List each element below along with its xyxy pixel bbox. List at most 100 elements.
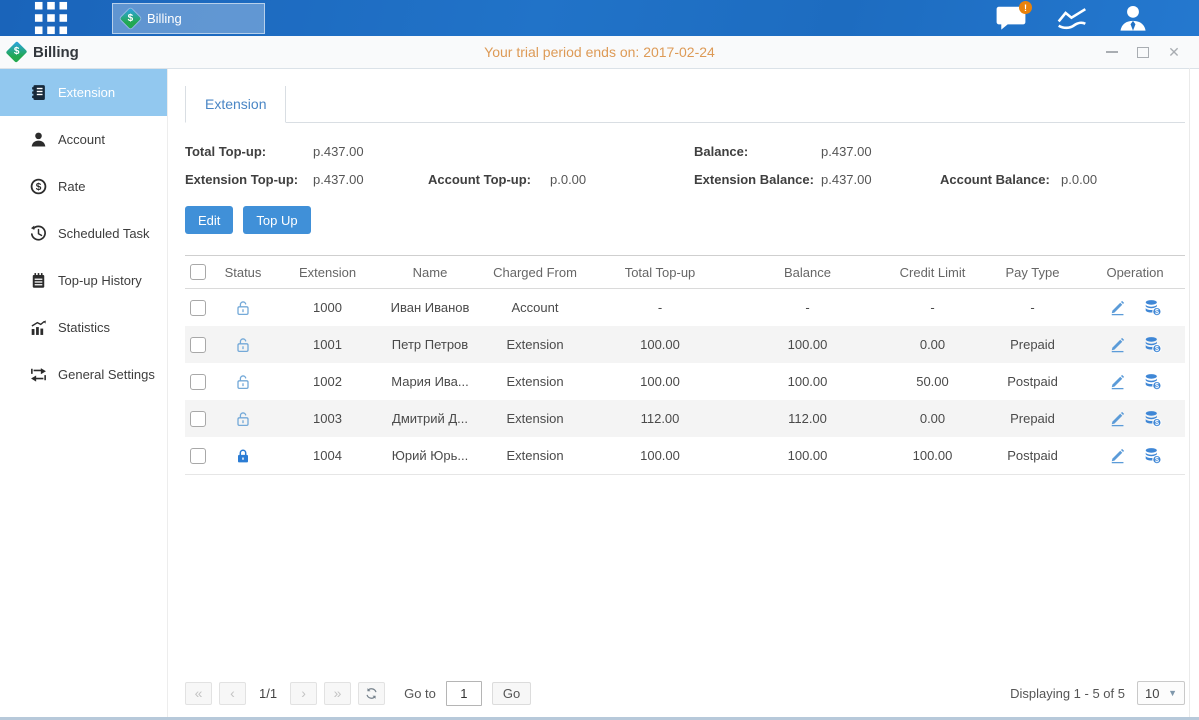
next-page-button[interactable]	[290, 682, 317, 705]
total-topup-cell: 112.00	[590, 400, 730, 437]
status-cell	[211, 326, 275, 363]
operation-cell: $	[1085, 289, 1185, 327]
top-up-button[interactable]: Top Up	[243, 206, 310, 234]
svg-text:$: $	[36, 182, 42, 193]
sidebar-item-scheduled-task[interactable]: Scheduled Task	[0, 210, 167, 257]
total-topup-cell: 100.00	[590, 326, 730, 363]
page-size-select[interactable]: 10	[1137, 681, 1185, 705]
balance-cell: 112.00	[730, 400, 885, 437]
row-checkbox[interactable]	[190, 300, 206, 316]
lock-open-icon[interactable]	[235, 300, 251, 316]
app-body: Extension Account$RateScheduled Task Top-u…	[0, 69, 1199, 717]
status-cell	[211, 289, 275, 327]
extension-topup-label: Extension Top-up:	[185, 172, 313, 187]
first-page-button[interactable]	[185, 682, 212, 705]
select-all-checkbox[interactable]	[190, 264, 206, 280]
topup-coins-icon[interactable]: $	[1144, 447, 1162, 465]
sidebar-item-label: Statistics	[58, 320, 110, 335]
main-content: Extension Total Top-up: p.437.00 Balance…	[168, 69, 1199, 717]
topup-coins-icon[interactable]: $	[1144, 336, 1162, 354]
status-cell	[211, 363, 275, 400]
extension-cell: 1004	[275, 437, 380, 475]
table-row[interactable]: 1000Иван ИвановAccount----$	[185, 289, 1185, 327]
pay-type-cell: -	[980, 289, 1085, 327]
topup-coins-icon[interactable]: $	[1144, 299, 1162, 317]
ledger-icon	[30, 84, 47, 101]
window-controls	[1105, 45, 1199, 59]
sidebar-item-extension[interactable]: Extension	[0, 69, 167, 116]
chevron-down-icon	[1168, 688, 1177, 698]
apps-grid-button[interactable]	[34, 3, 68, 33]
last-page-button[interactable]	[324, 682, 351, 705]
transfer-icon	[30, 366, 47, 383]
tab-extension[interactable]: Extension	[185, 86, 286, 123]
balance-cell: 100.00	[730, 326, 885, 363]
edit-icon[interactable]	[1109, 447, 1126, 464]
lock-closed-icon[interactable]	[235, 448, 251, 464]
page-size-value: 10	[1145, 686, 1159, 701]
refresh-button[interactable]	[358, 682, 385, 705]
goto-label: Go to	[404, 686, 436, 701]
sidebar-item-topup-history[interactable]: Top-up History	[0, 257, 167, 304]
edit-button[interactable]: Edit	[185, 206, 233, 234]
window-title-group: Billing	[0, 44, 79, 61]
messages-button[interactable]	[995, 5, 1027, 31]
edit-icon[interactable]	[1109, 299, 1126, 316]
person-icon	[30, 131, 47, 148]
column-header-total-top-up: Total Top-up	[590, 256, 730, 289]
topbar: Billing	[0, 0, 1199, 36]
edit-icon[interactable]	[1109, 373, 1126, 390]
refresh-icon	[365, 687, 378, 700]
sidebar-item-statistics[interactable]: Statistics	[0, 304, 167, 351]
table-row[interactable]: 1004Юрий Юрь...Extension100.00100.00100.…	[185, 437, 1185, 475]
credit-limit-cell: -	[885, 289, 980, 327]
lock-open-icon[interactable]	[235, 374, 251, 390]
sidebar: Extension Account$RateScheduled Task Top-u…	[0, 69, 168, 717]
sidebar-item-general-settings[interactable]: General Settings	[0, 351, 167, 398]
credit-limit-cell: 0.00	[885, 400, 980, 437]
table-row[interactable]: 1003Дмитрий Д...Extension112.00112.000.0…	[185, 400, 1185, 437]
prev-page-button[interactable]	[219, 682, 246, 705]
row-checkbox[interactable]	[190, 337, 206, 353]
table-row[interactable]: 1001Петр ПетровExtension100.00100.000.00…	[185, 326, 1185, 363]
row-checkbox[interactable]	[190, 448, 206, 464]
monitor-button[interactable]	[1056, 5, 1088, 31]
column-header-status: Status	[211, 256, 275, 289]
topbar-tab-billing[interactable]: Billing	[112, 3, 265, 34]
topup-coins-icon[interactable]: $	[1144, 410, 1162, 428]
svg-text:$: $	[1154, 457, 1158, 464]
minimize-button[interactable]	[1105, 45, 1119, 59]
tab-extension-label: Extension	[205, 96, 266, 112]
row-checkbox-cell	[185, 326, 211, 363]
billing-diamond-icon	[120, 7, 141, 28]
name-cell: Дмитрий Д...	[380, 400, 480, 437]
goto-input[interactable]	[446, 681, 482, 706]
user-button[interactable]	[1117, 5, 1149, 31]
extension-balance-label: Extension Balance:	[694, 172, 821, 187]
edit-icon[interactable]	[1109, 336, 1126, 353]
trial-notice: Your trial period ends on: 2017-02-24	[0, 44, 1199, 60]
sidebar-item-label: Top-up History	[58, 273, 142, 288]
row-checkbox-cell	[185, 289, 211, 327]
lock-open-icon[interactable]	[235, 337, 251, 353]
table-row[interactable]: 1002Мария Ива...Extension100.00100.0050.…	[185, 363, 1185, 400]
pay-type-cell: Postpaid	[980, 437, 1085, 475]
name-cell: Юрий Юрь...	[380, 437, 480, 475]
status-cell	[211, 437, 275, 475]
topup-coins-icon[interactable]: $	[1144, 373, 1162, 391]
balance-cell: 100.00	[730, 363, 885, 400]
balance-cell: -	[730, 289, 885, 327]
sidebar-item-label: Extension	[58, 85, 115, 100]
close-button[interactable]	[1167, 45, 1181, 59]
pay-type-cell: Prepaid	[980, 400, 1085, 437]
row-checkbox[interactable]	[190, 411, 206, 427]
go-button[interactable]: Go	[492, 682, 531, 705]
maximize-button[interactable]	[1136, 45, 1150, 59]
edit-icon[interactable]	[1109, 410, 1126, 427]
lock-open-icon[interactable]	[235, 411, 251, 427]
sidebar-item-account[interactable]: Account	[0, 116, 167, 163]
sidebar-item-rate[interactable]: $Rate	[0, 163, 167, 210]
account-balance-value: p.0.00	[1061, 172, 1185, 187]
topbar-right	[995, 5, 1199, 31]
row-checkbox[interactable]	[190, 374, 206, 390]
